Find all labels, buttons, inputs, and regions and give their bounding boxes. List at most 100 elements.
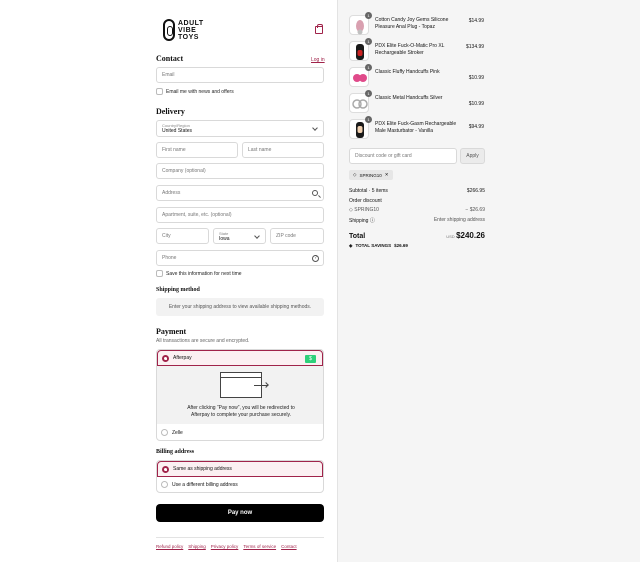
product-name: Classic Metal Handcuffs Silver xyxy=(375,95,443,101)
radio-unselected-icon[interactable] xyxy=(161,481,168,488)
payment-options: Afterpay $ After clicking “Pay now”, you… xyxy=(156,349,324,441)
logo-line-2: VIBE xyxy=(178,26,197,34)
product-price: $14.99 xyxy=(468,18,484,24)
total-savings-row: ◈ TOTAL SAVINGS $26.69 xyxy=(349,243,485,249)
save-info-checkbox[interactable] xyxy=(156,270,163,277)
city-input[interactable]: City xyxy=(156,228,209,244)
tag-icon: ◇ xyxy=(353,172,357,177)
total-value: $240.26 xyxy=(456,231,485,240)
quantity-badge: 1 xyxy=(365,12,372,19)
login-link[interactable]: Log in xyxy=(311,57,325,63)
payment-option-afterpay[interactable]: Afterpay $ xyxy=(157,350,323,366)
privacy-policy-link[interactable]: Privacy policy xyxy=(211,544,239,549)
discount-code-row: ◇ SPRING10 − $26.69 xyxy=(349,207,485,213)
state-select[interactable]: State Iowa xyxy=(213,228,266,244)
delivery-heading: Delivery xyxy=(156,107,185,116)
help-icon[interactable]: ⓘ xyxy=(370,218,375,224)
payment-heading: Payment xyxy=(156,327,187,336)
quantity-badge: 1 xyxy=(365,38,372,45)
shipping-value: Enter shipping address xyxy=(433,217,485,223)
savings-value: $26.69 xyxy=(394,243,408,248)
country-select[interactable]: Country/Region United States xyxy=(156,120,324,137)
arrow-right-icon xyxy=(254,385,268,386)
order-discount-label: Order discount xyxy=(349,198,382,204)
zelle-label: Zelle xyxy=(172,430,183,436)
afterpay-logo-icon: $ xyxy=(305,355,316,363)
shipping-method-notice: Enter your shipping address to view avai… xyxy=(156,298,324,316)
tag-icon: ◈ xyxy=(349,243,353,248)
chevron-down-icon xyxy=(254,233,260,239)
afterpay-label: Afterpay xyxy=(173,355,192,361)
billing-option-same[interactable]: Same as shipping address xyxy=(157,461,323,477)
subtotal-row: Subtotal · 5 items $266.95 xyxy=(349,188,485,194)
checkout-form-panel: ADULT VIBE TOYS Contact Log in Email Ema… xyxy=(0,0,337,562)
chevron-down-icon xyxy=(312,125,318,131)
quantity-badge: 1 xyxy=(365,64,372,71)
redirect-text-line-2: Afterpay to complete your purchase secur… xyxy=(191,412,291,418)
discount-code-label: SPRING10 xyxy=(354,207,379,213)
news-checkbox[interactable] xyxy=(156,88,163,95)
product-price: $10.99 xyxy=(468,75,484,81)
discount-code-input[interactable]: Discount code or gift card xyxy=(349,148,457,164)
radio-unselected-icon[interactable] xyxy=(161,429,168,436)
product-name: Cotton Candy Joy Gems Silicone Pleasure … xyxy=(375,17,449,30)
quantity-badge: 1 xyxy=(365,116,372,123)
product-price: $134.99 xyxy=(466,44,485,50)
billing-heading: Billing address xyxy=(156,449,195,455)
redirect-text-line-1: After clicking “Pay now”, you will be re… xyxy=(187,405,295,411)
terms-link[interactable]: Terms of service xyxy=(243,544,276,549)
contact-link[interactable]: Contact xyxy=(281,544,297,549)
product-price: $10.99 xyxy=(468,101,484,107)
remove-discount-icon[interactable]: ✕ xyxy=(385,172,389,178)
order-discount-row: Order discount xyxy=(349,198,485,204)
store-logo[interactable]: ADULT VIBE TOYS xyxy=(163,18,213,42)
logo-icon xyxy=(163,19,175,41)
total-row: Total USD $240.26 xyxy=(349,231,485,240)
product-price: $94.99 xyxy=(468,124,484,130)
cart-item: 1 Classic Fluffy Handcuffs Pink xyxy=(349,64,485,89)
shipping-row: Shipping ⓘ Enter shipping address xyxy=(349,217,485,224)
refund-policy-link[interactable]: Refund policy xyxy=(156,544,183,549)
cart-item: 1 Classic Metal Handcuffs Silver xyxy=(349,90,485,115)
apartment-input[interactable]: Apartment, suite, etc. (optional) xyxy=(156,207,324,223)
pay-now-button[interactable]: Pay now xyxy=(156,504,324,522)
discount-value: − $26.69 xyxy=(465,207,485,213)
search-icon xyxy=(312,190,318,196)
cart-item: 1 PDX Elite Fuck-Gasm Rechargeable Male … xyxy=(349,116,485,141)
email-input[interactable]: Email xyxy=(156,67,324,83)
shipping-label: Shipping xyxy=(349,218,369,224)
logo-line-1: ADULT xyxy=(178,19,204,27)
help-icon[interactable]: ? xyxy=(312,255,319,262)
savings-label: TOTAL SAVINGS xyxy=(355,243,392,248)
save-info-label: Save this information for next time xyxy=(166,271,242,277)
cart-item: 1 PDX Elite Fuck-O-Matic Pro XL Recharge… xyxy=(349,38,485,63)
last-name-input[interactable]: Last name xyxy=(242,142,324,158)
currency-code: USD xyxy=(446,234,455,239)
phone-input[interactable]: Phone ? xyxy=(156,250,324,266)
quantity-badge: 1 xyxy=(365,90,372,97)
billing-options: Same as shipping address Use a different… xyxy=(156,460,324,493)
discount-chip-code: SPRING10 xyxy=(359,172,382,178)
total-label: Total xyxy=(349,233,366,240)
address-input[interactable]: Address xyxy=(156,185,324,201)
shipping-link[interactable]: Shipping xyxy=(188,544,206,549)
contact-heading: Contact xyxy=(156,54,184,63)
product-name: PDX Elite Fuck-Gasm Rechargeable Male Ma… xyxy=(375,121,457,134)
shopping-bag-icon[interactable] xyxy=(315,24,323,34)
shipping-method-heading: Shipping method xyxy=(156,287,200,293)
discount-chip: ◇ SPRING10 ✕ xyxy=(349,170,393,180)
payment-subtitle: All transactions are secure and encrypte… xyxy=(156,338,250,344)
radio-selected-icon[interactable] xyxy=(162,355,169,362)
company-input[interactable]: Company (optional) xyxy=(156,163,324,179)
afterpay-info-panel: After clicking “Pay now”, you will be re… xyxy=(157,366,323,424)
payment-option-zelle[interactable]: Zelle xyxy=(157,425,323,440)
apply-discount-button[interactable]: Apply xyxy=(460,148,485,164)
cart-item: 1 Cotton Candy Joy Gems Silicone Pleasur… xyxy=(349,12,485,37)
radio-selected-icon[interactable] xyxy=(162,466,169,473)
zip-input[interactable]: ZIP code xyxy=(270,228,324,244)
footer-links: Refund policy Shipping Privacy policy Te… xyxy=(156,537,324,549)
product-name: PDX Elite Fuck-O-Matic Pro XL Rechargeab… xyxy=(375,43,445,56)
billing-option-different[interactable]: Use a different billing address xyxy=(157,477,323,493)
billing-different-label: Use a different billing address xyxy=(172,482,238,488)
first-name-input[interactable]: First name xyxy=(156,142,238,158)
